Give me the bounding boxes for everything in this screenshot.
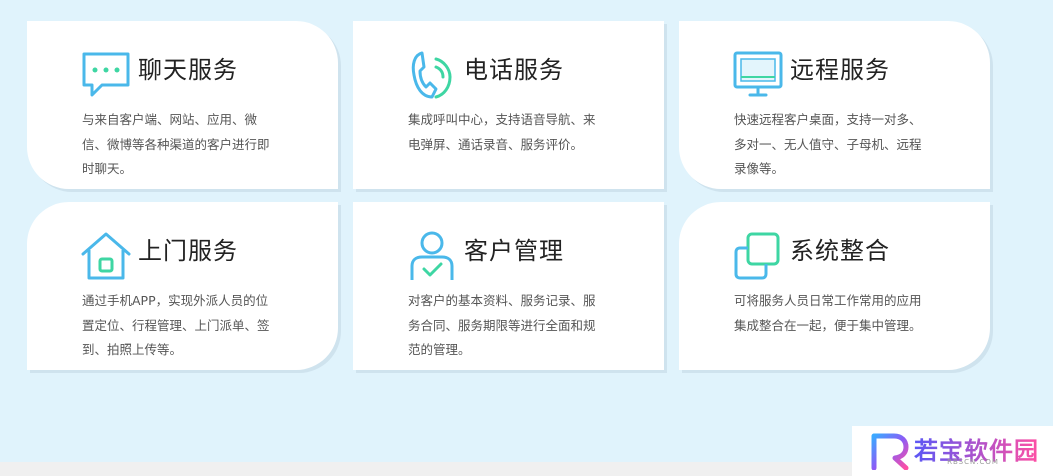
- watermark-logo: 若宝软件园 RBSCN.COM: [852, 426, 1053, 476]
- service-card-chat[interactable]: 聊天服务 与来自客户端、网站、应用、微信、微博等各种渠道的客户进行即时聊天。: [27, 21, 338, 189]
- service-description: 通过手机APP，实现外派人员的位置定位、行程管理、上门派单、签到、拍照上传等。: [82, 293, 270, 357]
- user-check-icon: [410, 231, 454, 280]
- service-title: 电话服务: [464, 56, 564, 84]
- phone-icon: [411, 51, 452, 99]
- service-card-remote[interactable]: 远程服务 快速远程客户桌面，支持一对多、多对一、无人值守、子母机、远程录像等。: [679, 21, 990, 189]
- service-title: 上门服务: [138, 237, 238, 265]
- home-icon: [81, 232, 131, 280]
- service-description: 集成呼叫中心，支持语音导航、来电弹屏、通话录音、服务评价。: [408, 112, 596, 152]
- integration-icon: [734, 232, 780, 280]
- service-description: 与来自客户端、网站、应用、微信、微博等各种渠道的客户进行即时聊天。: [82, 112, 270, 176]
- chat-bubble-icon: [82, 52, 130, 97]
- service-title: 聊天服务: [138, 56, 238, 84]
- service-card-phone[interactable]: 电话服务 集成呼叫中心，支持语音导航、来电弹屏、通话录音、服务评价。: [353, 21, 664, 189]
- r-logo-icon: [871, 433, 909, 470]
- service-title: 远程服务: [790, 56, 890, 84]
- service-description: 可将服务人员日常工作常用的应用集成整合在一起，便于集中管理。: [734, 293, 922, 333]
- service-card-onsite[interactable]: 上门服务 通过手机APP，实现外派人员的位置定位、行程管理、上门派单、签到、拍照…: [27, 202, 338, 370]
- monitor-icon: [733, 51, 783, 97]
- watermark-subtitle: RBSCN.COM: [947, 458, 999, 466]
- service-card-customer[interactable]: 客户管理 对客户的基本资料、服务记录、服务合同、服务期限等进行全面和规范的管理。: [353, 202, 664, 370]
- service-description: 对客户的基本资料、服务记录、服务合同、服务期限等进行全面和规范的管理。: [408, 293, 596, 357]
- service-title: 客户管理: [464, 237, 564, 265]
- service-description: 快速远程客户桌面，支持一对多、多对一、无人值守、子母机、远程录像等。: [734, 112, 922, 176]
- service-title: 系统整合: [790, 237, 890, 265]
- service-card-integration[interactable]: 系统整合 可将服务人员日常工作常用的应用集成整合在一起，便于集中管理。: [679, 202, 990, 370]
